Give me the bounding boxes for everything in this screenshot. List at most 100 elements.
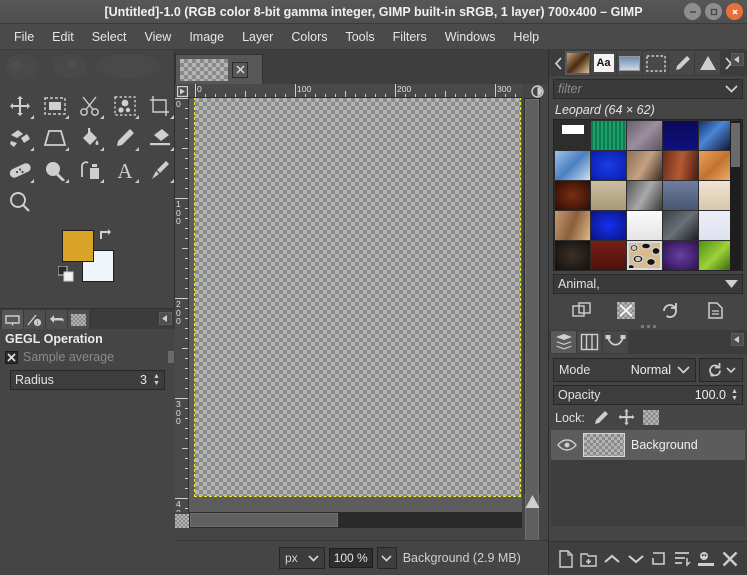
open-pattern-as-image-icon[interactable] [705,301,725,320]
pattern-leopard[interactable] [627,241,662,270]
add-layer-mask-icon[interactable] [697,551,715,567]
bucket-fill-tool[interactable] [72,122,107,154]
pattern-filter-input[interactable]: filter [553,79,743,99]
table-row[interactable]: Background [551,430,745,460]
fonts-tab[interactable]: Aa [591,51,617,75]
layer-visibility-icon[interactable] [557,438,577,452]
swap-colors-icon[interactable] [98,227,112,241]
tool-options-tab[interactable] [2,310,24,329]
canvas-vertical-scroll-thumb[interactable] [525,99,539,544]
pattern-electric-blue[interactable] [591,151,626,180]
menu-file[interactable]: File [6,27,42,47]
lock-alpha-icon[interactable] [642,410,659,425]
pattern-dark-wood[interactable] [555,181,590,210]
canvas-viewport[interactable] [189,98,522,512]
undo-history-tab[interactable] [46,310,68,329]
radius-up-arrow[interactable]: ▲ [153,373,160,380]
anchor-layer-icon[interactable] [674,550,691,567]
pattern-lilac[interactable] [627,121,662,150]
pattern-dried-mud[interactable] [555,211,590,240]
minimize-button[interactable] [684,3,701,20]
prev-tab-arrow[interactable] [551,56,565,70]
raise-layer-icon[interactable] [603,551,621,567]
warp-transform-tool[interactable] [2,122,37,154]
layer-mode-dropdown[interactable]: Mode Normal [553,358,696,382]
dock-resize-grip[interactable] [549,323,747,330]
pattern-grid-scroll-thumb[interactable] [731,123,740,167]
canvas-horizontal-scroll-thumb[interactable] [190,513,338,527]
menu-colors[interactable]: Colors [283,27,335,47]
sample-average-checkbox[interactable] [5,350,18,364]
pattern-green-noise[interactable] [591,121,626,150]
move-tool[interactable] [2,90,37,122]
smudge-tool[interactable] [37,154,72,186]
crop-tool[interactable] [142,90,177,122]
close-button[interactable] [726,3,743,20]
new-layer-icon[interactable] [558,549,574,568]
images-tab[interactable] [68,310,90,329]
eraser-tool[interactable] [142,122,177,154]
duplicate-pattern-icon[interactable] [571,301,592,319]
pattern-dark-pebbles[interactable] [555,241,590,270]
pattern-grid-container[interactable] [553,119,743,271]
pattern-purple[interactable] [663,241,698,270]
pattern-slate-blue[interactable] [663,181,698,210]
delete-pattern-icon[interactable] [616,301,635,319]
rectangle-select-tool[interactable] [37,90,72,122]
opacity-down-arrow[interactable]: ▼ [731,395,738,402]
vertical-ruler[interactable]: 0 100 200 300 400 [175,98,189,512]
opacity-up-arrow[interactable]: ▲ [731,388,738,395]
pattern-bright-blue[interactable] [591,211,626,240]
menu-tools[interactable]: Tools [337,27,382,47]
fuzzy-select-tool[interactable] [107,90,142,122]
pattern-dark-rock[interactable] [663,211,698,240]
image-tab[interactable] [175,54,263,84]
menu-windows[interactable]: Windows [437,27,504,47]
foreground-color-swatch[interactable] [62,230,94,262]
menu-view[interactable]: View [136,27,179,47]
reset-colors-icon[interactable] [58,266,74,282]
pencil-tool[interactable] [107,122,142,154]
menu-help[interactable]: Help [505,27,547,47]
opacity-stepper[interactable]: ▲ ▼ [729,388,740,402]
color-picker-tool[interactable] [142,154,177,186]
pattern-sand[interactable] [591,181,626,210]
clone-tool[interactable] [72,154,107,186]
healing-tool[interactable] [2,154,37,186]
chevron-down-icon[interactable] [725,85,738,93]
menu-edit[interactable]: Edit [44,27,82,47]
lock-pixels-icon[interactable] [593,410,610,426]
canvas-nav-arrow-icon[interactable] [522,492,542,510]
radius-down-arrow[interactable]: ▼ [153,380,160,387]
brushes-tab[interactable] [669,51,695,75]
pattern-red-leather[interactable] [591,241,626,270]
pattern-green-leaf[interactable] [699,241,734,270]
lower-layer-icon[interactable] [627,551,645,567]
gradients-tab[interactable] [695,51,721,75]
tool-options-menu-button[interactable] [159,312,172,325]
refresh-patterns-icon[interactable] [660,301,680,320]
pattern-cream[interactable] [699,181,734,210]
tool-options-scrollbar[interactable] [168,351,174,363]
horizontal-ruler[interactable]: 0 100 200 300 [189,84,522,98]
menu-select[interactable]: Select [84,27,135,47]
radius-spinner[interactable]: Radius 3 ▲ ▼ [10,370,165,390]
delete-layer-icon[interactable] [721,550,739,568]
zoom-tool[interactable] [2,186,37,218]
pattern-tag-dropdown[interactable]: Animal, [553,274,743,294]
pattern-orange-stucco[interactable] [699,151,734,180]
layers-tab[interactable] [551,331,577,353]
duplicate-layer-icon[interactable] [651,550,668,567]
zoom-image-button[interactable] [530,84,545,98]
sample-average-option[interactable]: Sample average [0,348,175,366]
text-tool[interactable]: A [107,154,142,186]
menu-layer[interactable]: Layer [234,27,281,47]
quickmask-toggle-icon[interactable] [175,514,189,528]
pattern-navy[interactable] [663,121,698,150]
radius-stepper[interactable]: ▲ ▼ [151,373,162,387]
zoom-dropdown-button[interactable] [376,547,397,569]
channels-tab[interactable] [577,331,603,353]
ruler-origin-button[interactable] [175,84,189,98]
pattern-blue-burst[interactable] [699,121,734,150]
maximize-button[interactable] [705,3,722,20]
